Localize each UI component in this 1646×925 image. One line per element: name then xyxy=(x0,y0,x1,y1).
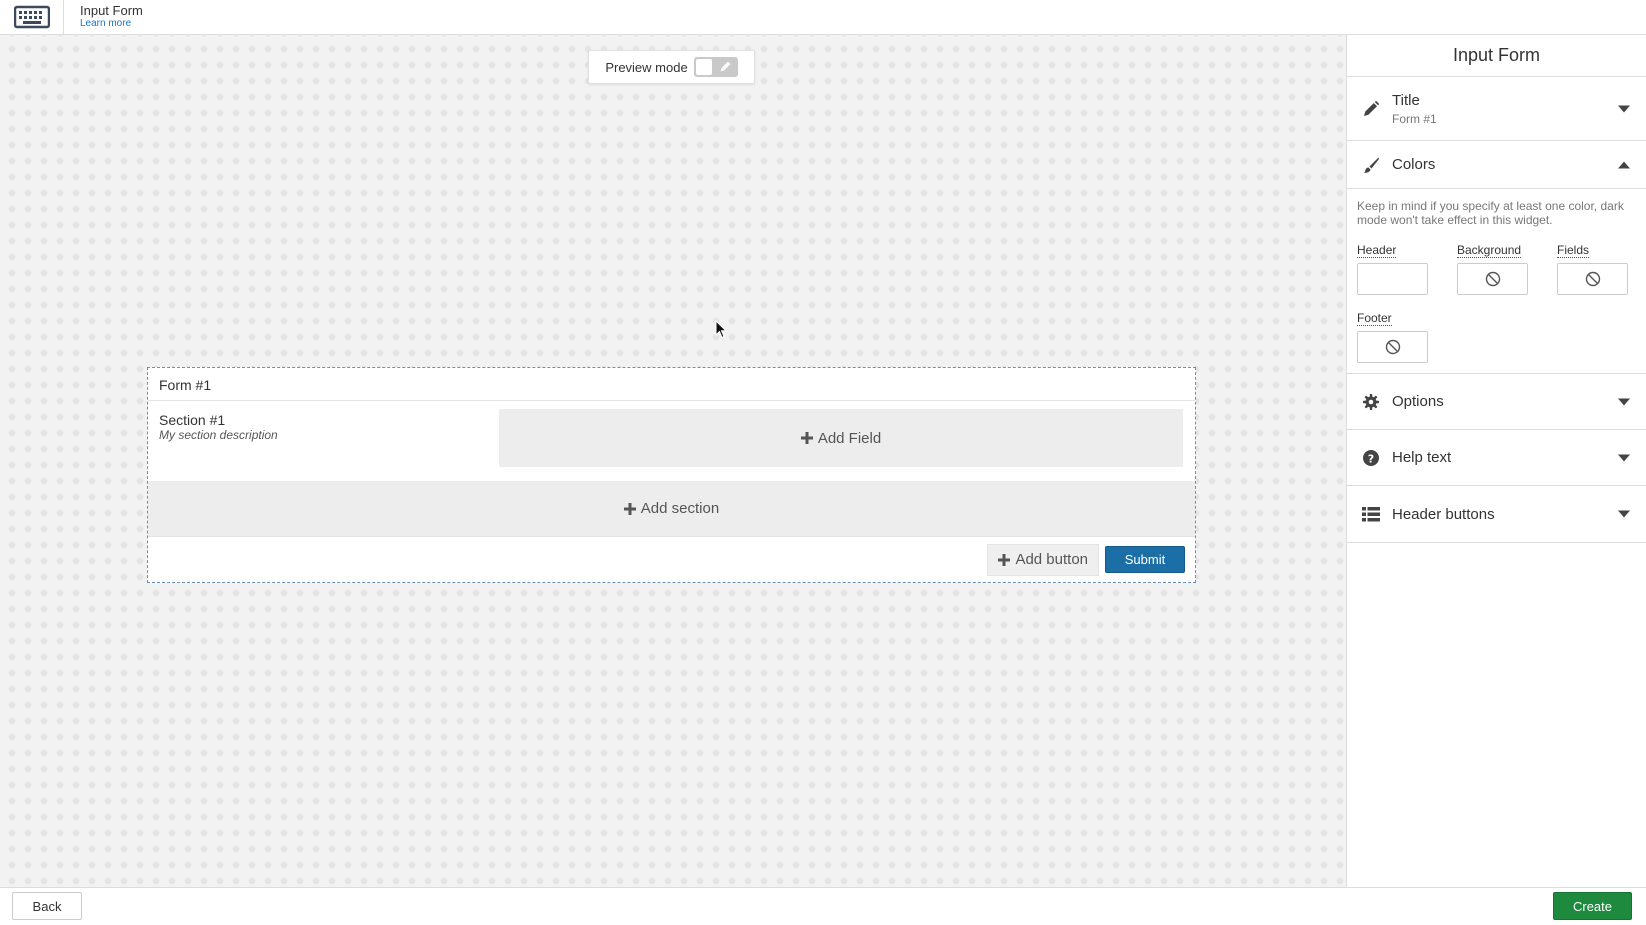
toggle-knob xyxy=(695,59,712,75)
header-buttons-accordion-label: Header buttons xyxy=(1392,505,1495,523)
create-button[interactable]: Create xyxy=(1553,892,1632,920)
properties-panel: Input Form Title Form #1 Colors Keep in … xyxy=(1346,35,1646,887)
title-accordion[interactable]: Title Form #1 xyxy=(1347,77,1646,141)
caret-down-icon xyxy=(1618,398,1630,405)
mouse-cursor-icon xyxy=(715,320,727,339)
colors-panel-body: Keep in mind if you specify at least one… xyxy=(1347,189,1646,374)
app-logo xyxy=(0,0,64,35)
form-widget[interactable]: Form #1 Section #1 My section descriptio… xyxy=(147,367,1196,583)
no-color-icon xyxy=(1585,271,1600,287)
caret-down-icon xyxy=(1618,105,1630,112)
background-color-field: Background xyxy=(1457,241,1528,295)
pencil-icon xyxy=(1361,100,1381,117)
colors-accordion[interactable]: Colors xyxy=(1347,141,1646,189)
form-section[interactable]: Section #1 My section description Add Fi… xyxy=(148,401,1195,481)
top-bar: Input Form Learn more xyxy=(0,0,1646,35)
footer-color-field: Footer xyxy=(1357,309,1428,363)
colors-accordion-label: Colors xyxy=(1392,156,1436,173)
help-text-accordion-label: Help text xyxy=(1392,449,1452,466)
footer-color-label: Footer xyxy=(1357,311,1392,326)
submit-button[interactable]: Submit xyxy=(1105,546,1185,573)
editor-canvas: Preview mode Form #1 Section #1 My secti… xyxy=(0,35,1346,887)
list-icon xyxy=(1361,506,1381,522)
header-color-label: Header xyxy=(1357,243,1397,258)
gear-icon xyxy=(1361,393,1381,410)
plus-icon xyxy=(998,553,1011,566)
background-color-swatch[interactable] xyxy=(1457,263,1528,295)
form-title[interactable]: Form #1 xyxy=(148,368,1195,401)
add-field-label: Add Field xyxy=(817,429,882,447)
help-text-accordion[interactable]: ? Help text xyxy=(1347,430,1646,486)
back-button[interactable]: Back xyxy=(12,892,82,920)
add-section-button[interactable]: Add section xyxy=(148,481,1195,537)
options-accordion-label: Options xyxy=(1392,393,1444,410)
add-button-button[interactable]: Add button xyxy=(987,543,1099,576)
paintbrush-icon xyxy=(1361,157,1381,173)
caret-down-icon xyxy=(1618,454,1630,461)
no-color-icon xyxy=(1485,271,1500,287)
color-swatch-row: Header Background Fields xyxy=(1357,241,1636,295)
preview-mode-control: Preview mode xyxy=(588,50,755,84)
bottom-bar: Back Create xyxy=(0,887,1646,925)
title-accordion-text: Title Form #1 xyxy=(1392,92,1437,126)
caret-up-icon xyxy=(1618,161,1630,168)
section-info: Section #1 My section description xyxy=(159,409,499,481)
section-title[interactable]: Section #1 xyxy=(159,412,499,428)
header-color-swatch[interactable] xyxy=(1357,263,1428,295)
title-accordion-label: Title xyxy=(1392,91,1420,109)
fields-color-label: Fields xyxy=(1557,243,1590,258)
add-section-label: Add section xyxy=(640,500,720,517)
plus-icon xyxy=(800,432,813,444)
color-swatch-row-2: Footer xyxy=(1357,309,1636,363)
question-circle-icon: ? xyxy=(1361,449,1381,466)
fields-color-swatch[interactable] xyxy=(1557,263,1628,295)
no-color-icon xyxy=(1385,339,1400,355)
preview-mode-toggle[interactable] xyxy=(693,57,738,77)
footer-color-swatch[interactable] xyxy=(1357,331,1428,363)
keyboard-icon xyxy=(13,5,50,29)
preview-mode-label: Preview mode xyxy=(605,59,688,75)
colors-note: Keep in mind if you specify at least one… xyxy=(1357,199,1624,227)
app-title: Input Form xyxy=(80,3,143,18)
pencil-icon xyxy=(720,61,731,72)
section-description[interactable]: My section description xyxy=(159,428,499,442)
title-accordion-value: Form #1 xyxy=(1392,111,1437,126)
app-title-block: Input Form Learn more xyxy=(64,4,143,30)
background-color-label: Background xyxy=(1457,243,1522,258)
plus-icon xyxy=(623,502,636,515)
learn-more-link[interactable]: Learn more xyxy=(80,17,143,30)
panel-title: Input Form xyxy=(1347,35,1646,77)
header-color-field: Header xyxy=(1357,241,1428,295)
options-accordion[interactable]: Options xyxy=(1347,374,1646,430)
svg-text:?: ? xyxy=(1368,452,1374,465)
add-button-label: Add button xyxy=(1015,551,1088,568)
caret-down-icon xyxy=(1618,510,1630,518)
header-buttons-accordion[interactable]: Header buttons xyxy=(1347,486,1646,543)
fields-color-field: Fields xyxy=(1557,241,1628,295)
add-field-button[interactable]: Add Field xyxy=(499,409,1183,467)
form-footer: Add button Submit xyxy=(148,537,1195,582)
